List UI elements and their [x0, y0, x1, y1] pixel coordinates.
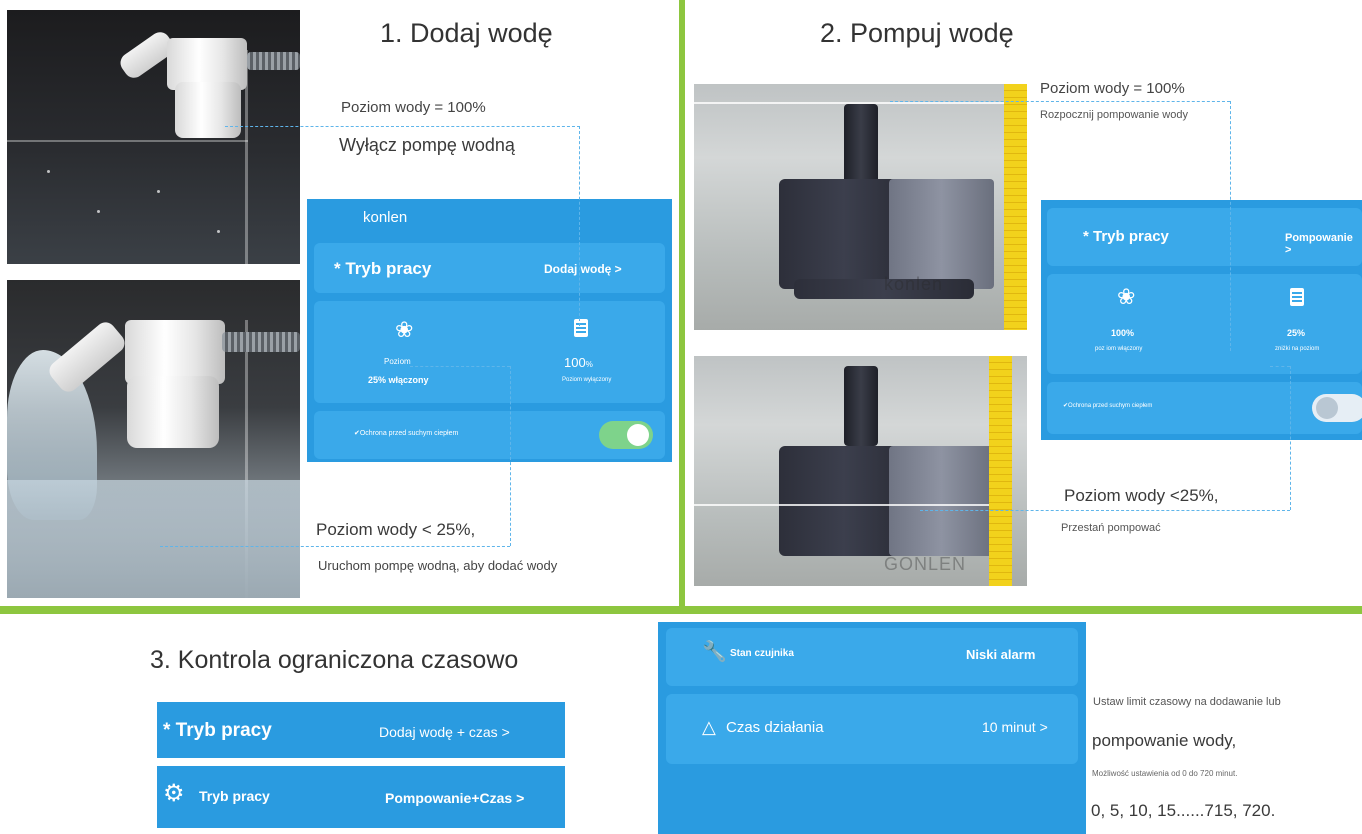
mode-label: Tryb pracy: [199, 788, 270, 804]
fan-icon: ❀: [1117, 284, 1136, 309]
horizontal-divider: [0, 606, 1362, 614]
connector-line: [1290, 366, 1291, 510]
section2-heading: 2. Pompuj wodę: [820, 18, 1014, 48]
mode-value: Pompowanie >: [1285, 232, 1353, 256]
section2-start-label: Rozpocznij pompowanie wody: [1040, 109, 1188, 121]
sensor-label: Stan czujnika: [730, 648, 794, 659]
connector-line: [510, 366, 511, 546]
dry-protection-toggle[interactable]: [1312, 394, 1362, 422]
section2-level-full-label: Poziom wody = 100%: [1040, 80, 1185, 97]
mode-pump-time-row[interactable]: ⚙ Tryb pracy Pompowanie+Czas >: [157, 766, 565, 828]
section2-level-low-label: Poziom wody <25%,: [1064, 486, 1219, 505]
dry-protection-row: ✔Ochrona przed suchym ciepłem: [314, 411, 665, 459]
photo-pump-low: GONLEN: [694, 356, 1027, 586]
meter-icon: [1290, 288, 1304, 306]
run-time-row[interactable]: △ Czas działania 10 minut >: [666, 694, 1078, 764]
note-line-3: Możliwość ustawienia od 0 do 720 minut.: [1092, 769, 1238, 778]
mode-add-time-row[interactable]: * Tryb pracy Dodaj wodę + czas >: [157, 702, 565, 758]
run-time-value: 10 minut >: [982, 719, 1048, 735]
toggle-knob: [1316, 397, 1338, 419]
level-left-sub: 25% włączony: [368, 375, 429, 385]
note-line-2: pompowanie wody,: [1092, 731, 1237, 750]
watermark-top: konlen: [884, 274, 944, 294]
mode-value: Dodaj wodę >: [544, 262, 622, 276]
section2-app-panel: * Tryb pracy Pompowanie > ❀ 100% poz iom…: [1041, 200, 1362, 440]
toggle-knob: [627, 424, 649, 446]
run-time-label: Czas działania: [726, 719, 824, 736]
note-line-4: 0, 5, 10, 15......715, 720.: [1091, 801, 1276, 820]
level-card: ❀ Poziom 25% włączony 100% Poziom wyłącz…: [314, 301, 665, 403]
connector-line: [1270, 366, 1290, 367]
level-left-value: 100%: [1111, 328, 1135, 338]
mode-value: Pompowanie+Czas >: [385, 790, 525, 806]
level-right-sub: zniżki na poziom: [1275, 346, 1320, 352]
timer-settings-panel: 🔧 Stan czujnika Niski alarm △ Czas dział…: [658, 622, 1086, 834]
connector-line: [920, 510, 1290, 511]
level-right-sub: Poziom wyłączony: [562, 377, 612, 383]
watermark-bottom: GONLEN: [884, 554, 967, 574]
section1-heading: 1. Dodaj wodę: [380, 18, 553, 48]
section1-level-full-label: Poziom wody = 100%: [341, 99, 486, 116]
level-right-value: 25%: [1287, 328, 1306, 338]
fan-icon: ❀: [395, 317, 414, 342]
dry-protection-label: ✔Ochrona przed suchym ciepłem: [354, 430, 459, 437]
section1-pump-off-label: Wyłącz pompę wodną: [339, 135, 515, 155]
mode-label: * Tryb pracy: [163, 720, 272, 741]
level-card: ❀ 100% poz iom włączony 25% zniżki na po…: [1047, 274, 1362, 374]
connector-line: [225, 126, 580, 127]
photo-pump-full: konlen: [694, 84, 1027, 330]
section3-heading: 3. Kontrola ograniczona czasowo: [150, 646, 519, 674]
level-right-number: 100: [564, 355, 586, 370]
level-left-title: Poziom: [384, 357, 411, 366]
brand-label: konlen: [363, 209, 408, 226]
level-left-sub: poz iom włączony: [1095, 346, 1143, 352]
dry-protection-label: ✔Ochrona przed suchym ciepłem: [1063, 403, 1153, 409]
connector-line: [579, 126, 580, 326]
warning-icon: △: [702, 717, 716, 737]
dry-protection-row: ✔Ochrona przed suchym ciepłem: [1047, 382, 1362, 434]
vertical-divider: [679, 0, 685, 612]
photo-valve-on: [7, 280, 300, 598]
connector-line: [160, 546, 510, 547]
level-right-value: 100%: [564, 355, 593, 370]
meter-icon: [574, 319, 588, 337]
section2-stop-label: Przestań pompować: [1061, 522, 1161, 534]
dry-protection-toggle[interactable]: [599, 421, 653, 449]
mode-row[interactable]: * Tryb pracy Dodaj wodę >: [314, 243, 665, 293]
wrench-icon: 🔧: [702, 641, 727, 663]
mode-label: * Tryb pracy: [1083, 228, 1169, 245]
level-right-unit: %: [585, 360, 593, 369]
section1-pump-on-label: Uruchom pompę wodną, aby dodać wody: [318, 558, 558, 573]
mode-row[interactable]: * Tryb pracy Pompowanie >: [1047, 208, 1362, 266]
sensor-status-row[interactable]: 🔧 Stan czujnika Niski alarm: [666, 628, 1078, 686]
photo-valve-off: [7, 10, 300, 264]
connector-line: [410, 366, 510, 367]
sensor-value: Niski alarm: [966, 647, 1036, 662]
connector-line: [1230, 101, 1231, 351]
mode-value: Dodaj wodę + czas >: [379, 724, 510, 740]
section1-level-low-label: Poziom wody < 25%,: [316, 520, 476, 539]
note-line-1: Ustaw limit czasowy na dodawanie lub: [1093, 696, 1281, 708]
mode-label: * Tryb pracy: [334, 259, 432, 278]
connector-line: [890, 101, 1230, 102]
section1-app-panel: konlen * Tryb pracy Dodaj wodę > ❀ Pozio…: [307, 199, 672, 462]
gear-icon: ⚙: [163, 780, 185, 807]
